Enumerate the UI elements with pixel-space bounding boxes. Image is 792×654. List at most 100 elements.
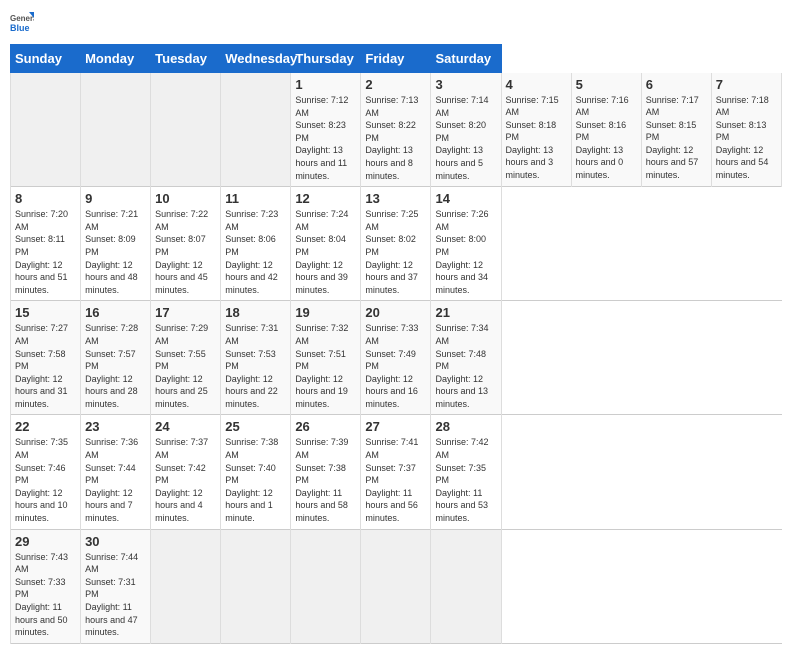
sunrise: Sunrise: 7:42 AM	[435, 437, 488, 460]
day-number: 12	[295, 191, 356, 206]
header-monday: Monday	[81, 45, 151, 73]
day-number: 25	[225, 419, 286, 434]
daylight: Daylight: 12 hours and 45 minutes.	[155, 260, 208, 295]
day-cell-27: 27 Sunrise: 7:41 AM Sunset: 7:37 PM Dayl…	[361, 415, 431, 529]
day-number: 1	[295, 77, 356, 92]
daylight: Daylight: 13 hours and 8 minutes.	[365, 145, 413, 180]
sunrise: Sunrise: 7:24 AM	[295, 209, 348, 232]
day-number: 26	[295, 419, 356, 434]
day-info: Sunrise: 7:42 AM Sunset: 7:35 PM Dayligh…	[435, 436, 496, 524]
sunrise: Sunrise: 7:29 AM	[155, 323, 208, 346]
logo: General Blue	[10, 10, 34, 34]
daylight: Daylight: 12 hours and 1 minute.	[225, 488, 273, 523]
sunrise: Sunrise: 7:20 AM	[15, 209, 68, 232]
day-cell-19: 19 Sunrise: 7:32 AM Sunset: 7:51 PM Dayl…	[291, 301, 361, 415]
day-number: 7	[716, 77, 777, 92]
day-number: 14	[435, 191, 496, 206]
day-number: 3	[435, 77, 496, 92]
sunset: Sunset: 7:31 PM	[85, 577, 136, 600]
day-info: Sunrise: 7:22 AM Sunset: 8:07 PM Dayligh…	[155, 208, 216, 296]
sunrise: Sunrise: 7:18 AM	[716, 95, 769, 118]
empty-cell	[291, 529, 361, 643]
sunrise: Sunrise: 7:37 AM	[155, 437, 208, 460]
daylight: Daylight: 13 hours and 3 minutes.	[506, 145, 554, 180]
day-cell-29: 29 Sunrise: 7:43 AM Sunset: 7:33 PM Dayl…	[11, 529, 81, 643]
sunset: Sunset: 7:44 PM	[85, 463, 136, 486]
day-info: Sunrise: 7:13 AM Sunset: 8:22 PM Dayligh…	[365, 94, 426, 182]
sunset: Sunset: 8:06 PM	[225, 234, 276, 257]
day-number: 21	[435, 305, 496, 320]
sunrise: Sunrise: 7:14 AM	[435, 95, 488, 118]
header-thursday: Thursday	[291, 45, 361, 73]
day-number: 13	[365, 191, 426, 206]
daylight: Daylight: 12 hours and 16 minutes.	[365, 374, 418, 409]
sunrise: Sunrise: 7:41 AM	[365, 437, 418, 460]
week-row-2: 15 Sunrise: 7:27 AM Sunset: 7:58 PM Dayl…	[11, 301, 782, 415]
day-info: Sunrise: 7:36 AM Sunset: 7:44 PM Dayligh…	[85, 436, 146, 524]
day-cell-26: 26 Sunrise: 7:39 AM Sunset: 7:38 PM Dayl…	[291, 415, 361, 529]
day-cell-1: 1 Sunrise: 7:12 AM Sunset: 8:23 PM Dayli…	[291, 73, 361, 187]
day-number: 15	[15, 305, 76, 320]
daylight: Daylight: 12 hours and 54 minutes.	[716, 145, 769, 180]
day-cell-28: 28 Sunrise: 7:42 AM Sunset: 7:35 PM Dayl…	[431, 415, 501, 529]
day-cell-4: 4 Sunrise: 7:15 AM Sunset: 8:18 PM Dayli…	[501, 73, 571, 187]
sunset: Sunset: 8:18 PM	[506, 120, 557, 143]
day-number: 20	[365, 305, 426, 320]
sunset: Sunset: 7:55 PM	[155, 349, 206, 372]
day-number: 30	[85, 534, 146, 549]
empty-cell	[151, 529, 221, 643]
day-info: Sunrise: 7:28 AM Sunset: 7:57 PM Dayligh…	[85, 322, 146, 410]
sunrise: Sunrise: 7:25 AM	[365, 209, 418, 232]
sunrise: Sunrise: 7:35 AM	[15, 437, 68, 460]
sunset: Sunset: 8:15 PM	[646, 120, 697, 143]
day-info: Sunrise: 7:44 AM Sunset: 7:31 PM Dayligh…	[85, 551, 146, 639]
daylight: Daylight: 12 hours and 42 minutes.	[225, 260, 278, 295]
calendar-table: SundayMondayTuesdayWednesdayThursdayFrid…	[10, 44, 782, 644]
sunset: Sunset: 8:09 PM	[85, 234, 136, 257]
sunset: Sunset: 7:38 PM	[295, 463, 346, 486]
sunset: Sunset: 7:53 PM	[225, 349, 276, 372]
day-info: Sunrise: 7:24 AM Sunset: 8:04 PM Dayligh…	[295, 208, 356, 296]
day-info: Sunrise: 7:25 AM Sunset: 8:02 PM Dayligh…	[365, 208, 426, 296]
day-info: Sunrise: 7:35 AM Sunset: 7:46 PM Dayligh…	[15, 436, 76, 524]
empty-cell	[431, 529, 501, 643]
daylight: Daylight: 11 hours and 50 minutes.	[15, 602, 68, 637]
sunset: Sunset: 7:49 PM	[365, 349, 416, 372]
sunset: Sunset: 8:22 PM	[365, 120, 416, 143]
week-row-0: 1 Sunrise: 7:12 AM Sunset: 8:23 PM Dayli…	[11, 73, 782, 187]
day-cell-10: 10 Sunrise: 7:22 AM Sunset: 8:07 PM Dayl…	[151, 187, 221, 301]
sunrise: Sunrise: 7:13 AM	[365, 95, 418, 118]
sunrise: Sunrise: 7:28 AM	[85, 323, 138, 346]
header-friday: Friday	[361, 45, 431, 73]
sunset: Sunset: 7:51 PM	[295, 349, 346, 372]
day-info: Sunrise: 7:26 AM Sunset: 8:00 PM Dayligh…	[435, 208, 496, 296]
sunrise: Sunrise: 7:12 AM	[295, 95, 348, 118]
day-info: Sunrise: 7:21 AM Sunset: 8:09 PM Dayligh…	[85, 208, 146, 296]
day-info: Sunrise: 7:38 AM Sunset: 7:40 PM Dayligh…	[225, 436, 286, 524]
sunset: Sunset: 8:16 PM	[576, 120, 627, 143]
day-number: 16	[85, 305, 146, 320]
daylight: Daylight: 13 hours and 0 minutes.	[576, 145, 624, 180]
day-cell-6: 6 Sunrise: 7:17 AM Sunset: 8:15 PM Dayli…	[641, 73, 711, 187]
week-row-1: 8 Sunrise: 7:20 AM Sunset: 8:11 PM Dayli…	[11, 187, 782, 301]
daylight: Daylight: 12 hours and 51 minutes.	[15, 260, 68, 295]
daylight: Daylight: 11 hours and 53 minutes.	[435, 488, 488, 523]
sunrise: Sunrise: 7:44 AM	[85, 552, 138, 575]
daylight: Daylight: 12 hours and 34 minutes.	[435, 260, 488, 295]
daylight: Daylight: 11 hours and 58 minutes.	[295, 488, 348, 523]
svg-text:Blue: Blue	[10, 23, 30, 33]
sunrise: Sunrise: 7:23 AM	[225, 209, 278, 232]
sunset: Sunset: 8:23 PM	[295, 120, 346, 143]
day-cell-11: 11 Sunrise: 7:23 AM Sunset: 8:06 PM Dayl…	[221, 187, 291, 301]
sunrise: Sunrise: 7:27 AM	[15, 323, 68, 346]
day-number: 17	[155, 305, 216, 320]
svg-text:General: General	[10, 14, 34, 23]
day-info: Sunrise: 7:16 AM Sunset: 8:16 PM Dayligh…	[576, 94, 637, 182]
empty-cell	[361, 529, 431, 643]
day-info: Sunrise: 7:39 AM Sunset: 7:38 PM Dayligh…	[295, 436, 356, 524]
day-cell-12: 12 Sunrise: 7:24 AM Sunset: 8:04 PM Dayl…	[291, 187, 361, 301]
header-saturday: Saturday	[431, 45, 501, 73]
day-cell-23: 23 Sunrise: 7:36 AM Sunset: 7:44 PM Dayl…	[81, 415, 151, 529]
day-number: 19	[295, 305, 356, 320]
day-info: Sunrise: 7:27 AM Sunset: 7:58 PM Dayligh…	[15, 322, 76, 410]
